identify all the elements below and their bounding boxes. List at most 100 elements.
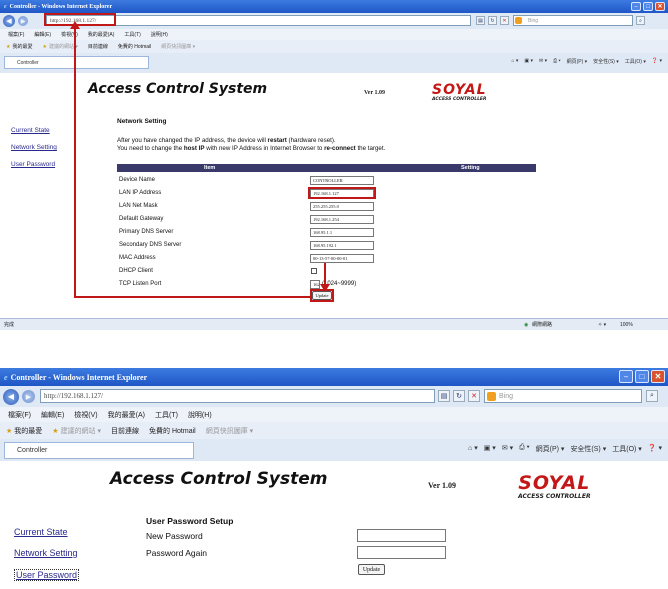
nav-user-password[interactable]: User Password	[14, 569, 80, 581]
browser-window-password: e Controller - Windows Internet Explorer…	[0, 368, 668, 589]
arrow-head-down-icon	[320, 284, 330, 292]
arrow-line-horizontal	[74, 296, 312, 298]
refresh-icon[interactable]: ↻	[453, 390, 465, 402]
command-bar: ⌂ ▾ ▣ ▾ ✉ ▾ ⎙ ▾ 網頁(P) ▾ 安全性(S) ▾ 工具(O) ▾…	[468, 444, 662, 454]
tab-controller[interactable]: Controller	[4, 56, 149, 69]
refresh-icon[interactable]: ↻	[488, 16, 497, 25]
device-name-field[interactable]: CONTROLLER	[310, 176, 374, 185]
tab-bar: Controller ⌂ ▾ ▣ ▾ ✉ ▾ ⎙ ▾ 網頁(P) ▾ 安全性(S…	[0, 53, 668, 73]
tools-menu[interactable]: 工具(O) ▾	[625, 58, 646, 65]
menu-tools[interactable]: 工具(T)	[155, 410, 178, 420]
nav-current-state[interactable]: Current State	[14, 527, 68, 537]
tab-controller[interactable]: Controller	[4, 442, 194, 459]
mail-icon[interactable]: ✉ ▾	[502, 444, 513, 454]
forward-icon[interactable]: ▶	[18, 16, 28, 26]
password-again-input[interactable]	[357, 546, 446, 559]
search-icon[interactable]: ⌕	[636, 16, 645, 25]
menu-file[interactable]: 檔案(F)	[8, 31, 24, 38]
hotmail-link[interactable]: 免費的 Hotmail	[149, 426, 196, 436]
safety-menu[interactable]: 安全性(S) ▾	[570, 444, 606, 454]
maximize-button[interactable]: □	[643, 2, 653, 11]
nav-network-setting[interactable]: Network Setting	[11, 144, 57, 151]
web-slice-link[interactable]: 網頁快訊圖庫 ▾	[161, 43, 195, 50]
title-bar: e Controller - Windows Internet Explorer…	[0, 0, 668, 13]
suggested-sites-link[interactable]: 建議的網站 ▾	[61, 426, 101, 436]
menu-tools[interactable]: 工具(T)	[124, 31, 140, 38]
feeds-icon[interactable]: ▣ ▾	[484, 444, 496, 454]
url-highlight-box	[44, 13, 116, 26]
nav-current-state[interactable]: Current State	[11, 127, 50, 134]
secondary-dns-field[interactable]: 168.95.192.1	[310, 241, 374, 250]
favorites-button[interactable]: 我的最愛	[12, 43, 32, 50]
title-bar: e Controller - Windows Internet Explorer…	[0, 368, 668, 386]
url-field[interactable]: http://192.168.1.127/	[40, 389, 435, 403]
minimize-button[interactable]: –	[631, 2, 641, 11]
tools-menu[interactable]: 工具(O) ▾	[612, 444, 642, 454]
menu-help[interactable]: 說明(H)	[151, 31, 168, 38]
row-label-primary-dns: Primary DNS Server	[119, 229, 174, 235]
web-slice-link[interactable]: 網頁快訊圖庫 ▾	[206, 426, 253, 436]
compat-view-icon[interactable]: ▤	[438, 390, 450, 402]
status-bar: 完成 ◉ 網際網路 ✧ ▾ 100%	[0, 318, 668, 330]
search-input[interactable]: Bing	[513, 15, 633, 26]
menu-file[interactable]: 檔案(F)	[8, 410, 31, 420]
dhcp-checkbox[interactable]	[311, 268, 317, 274]
stop-icon[interactable]: ✕	[468, 390, 480, 402]
print-icon[interactable]: ⎙ ▾	[519, 444, 530, 454]
tcp-port-field[interactable]: 1621	[310, 280, 320, 289]
update-button[interactable]: Update	[358, 564, 385, 575]
logo-brand: SOYAL	[432, 82, 487, 98]
menu-edit[interactable]: 編輯(E)	[41, 410, 64, 420]
menu-edit[interactable]: 編輯(E)	[34, 31, 51, 38]
forward-icon[interactable]: ▶	[22, 390, 35, 403]
minimize-button[interactable]: –	[619, 370, 633, 383]
page-menu[interactable]: 網頁(P) ▾	[536, 444, 565, 454]
hotmail-link[interactable]: 免費的 Hotmail	[118, 43, 151, 50]
safety-menu[interactable]: 安全性(S) ▾	[593, 58, 619, 65]
tab-label: Controller	[17, 447, 48, 454]
back-icon[interactable]: ◀	[3, 15, 15, 27]
print-icon[interactable]: ⎙ ▾	[553, 58, 561, 65]
arrow-head-up-icon	[70, 21, 80, 29]
close-button[interactable]: ✕	[651, 370, 665, 383]
menu-favorites[interactable]: 我的最愛(A)	[88, 31, 115, 38]
ie-logo-icon: e	[4, 372, 8, 382]
search-input[interactable]: Bing	[484, 389, 642, 403]
nav-user-password[interactable]: User Password	[11, 161, 55, 168]
connection-link[interactable]: 目前連線	[111, 426, 139, 436]
menu-view[interactable]: 檢視(V)	[74, 410, 97, 420]
net-mask-field[interactable]: 255.255.255.0	[310, 202, 374, 211]
home-icon[interactable]: ⌂ ▾	[468, 444, 478, 454]
mail-icon[interactable]: ✉ ▾	[539, 58, 547, 65]
add-favorite-icon: ★	[42, 43, 47, 50]
primary-dns-field[interactable]: 168.95.1.1	[310, 228, 374, 237]
close-button[interactable]: ✕	[655, 2, 665, 11]
zoom-label[interactable]: 100%	[620, 322, 633, 328]
help-icon[interactable]: ❓ ▾	[652, 58, 662, 65]
protected-mode-icon[interactable]: ✧ ▾	[598, 322, 606, 328]
new-password-input[interactable]	[357, 529, 446, 542]
stop-icon[interactable]: ✕	[500, 16, 509, 25]
password-again-label: Password Again	[146, 548, 207, 558]
gateway-field[interactable]: 192.168.1.254	[310, 215, 374, 224]
menu-help[interactable]: 說明(H)	[188, 410, 212, 420]
star-icon: ★	[6, 427, 13, 435]
help-icon[interactable]: ❓ ▾	[648, 444, 662, 454]
bing-icon	[515, 17, 522, 24]
version-label: Ver 1.09	[428, 481, 456, 490]
page-menu[interactable]: 網頁(P) ▾	[567, 58, 588, 65]
nav-network-setting[interactable]: Network Setting	[14, 548, 78, 558]
favorites-button[interactable]: 我的最愛	[14, 426, 42, 436]
mac-address-field[interactable]: 00-13-57-00-00-01	[310, 254, 374, 263]
menu-favorites[interactable]: 我的最愛(A)	[108, 410, 145, 420]
home-icon[interactable]: ⌂ ▾	[511, 58, 518, 65]
feeds-icon[interactable]: ▣ ▾	[524, 58, 533, 65]
maximize-button[interactable]: □	[635, 370, 649, 383]
connection-link[interactable]: 目前連線	[88, 43, 108, 50]
compat-view-icon[interactable]: ▤	[476, 16, 485, 25]
search-icon[interactable]: ⌕	[646, 390, 658, 402]
ip-highlight-box	[308, 187, 376, 199]
status-text: 完成	[4, 322, 15, 328]
back-icon[interactable]: ◀	[3, 388, 19, 405]
tab-label: Controller	[17, 59, 39, 66]
